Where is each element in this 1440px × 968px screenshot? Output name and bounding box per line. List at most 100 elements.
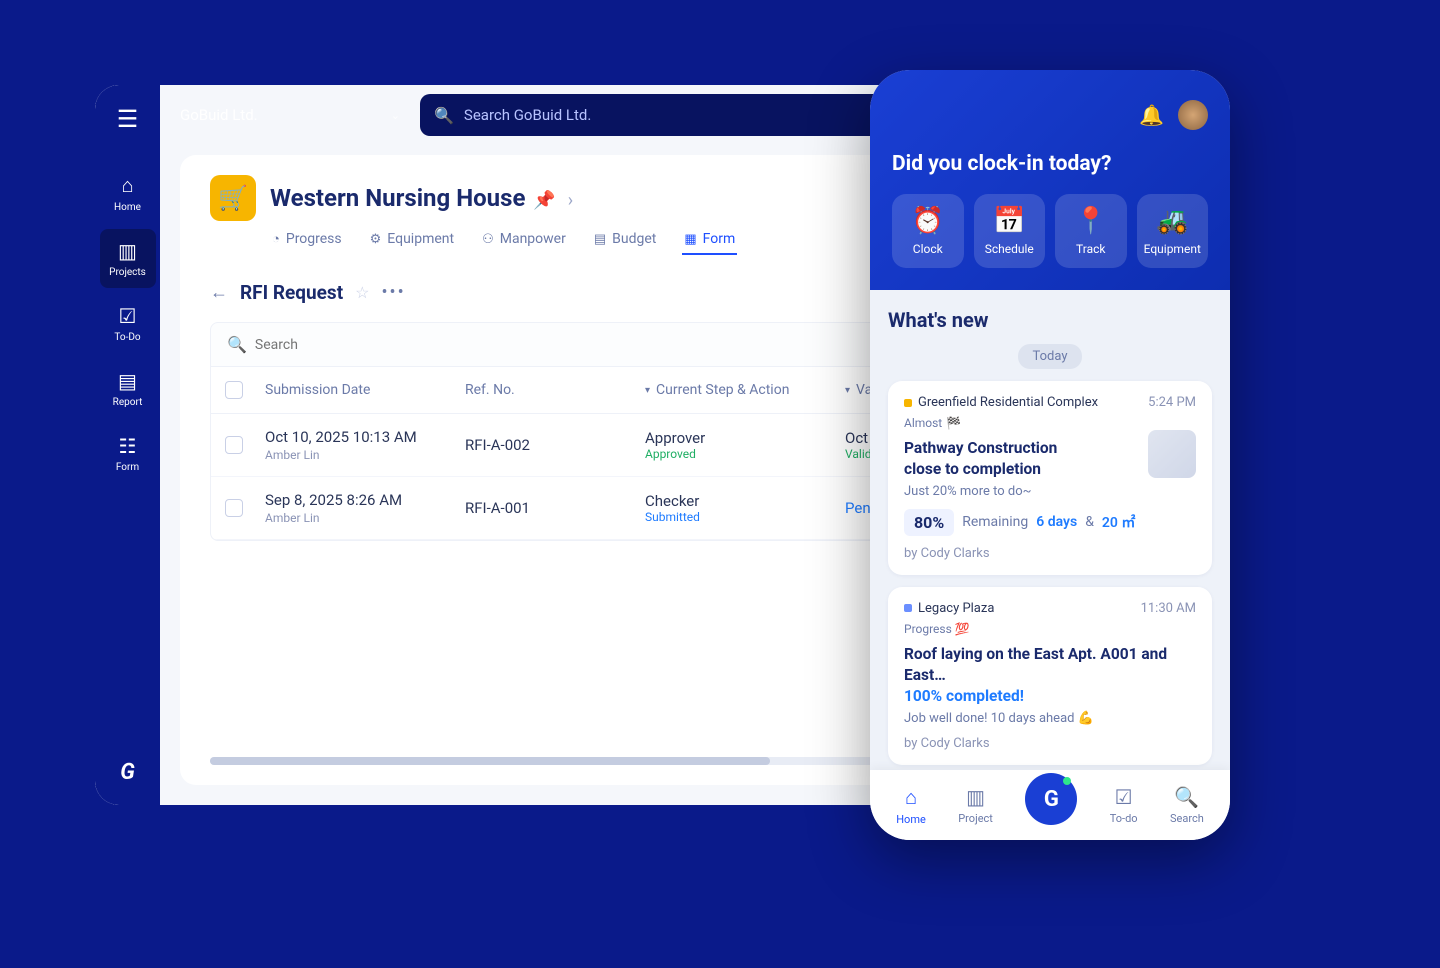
project-icon: 🛒 [210,175,256,221]
quick-actions: ⏰Clock 📅Schedule 📍Track 🚜Equipment [892,194,1208,268]
tab-label: Equipment [387,231,454,247]
tab-equipment[interactable]: ⚙ Equipment [368,225,456,255]
sidebar: ☰ ⌂ Home ▥ Projects ☑ To-Do ▤ Report ☷ F… [95,85,160,805]
sort-icon: ▾ [645,385,650,396]
home-icon: ⌂ [905,785,917,810]
quick-schedule[interactable]: 📅Schedule [974,194,1046,268]
card-title-line: Pathway Construction [904,439,1057,457]
sidebar-label: Projects [109,267,146,278]
feed-card[interactable]: Greenfield Residential Complex 5:24 PM A… [888,381,1212,575]
mobile-heading: Did you clock-in today? [892,152,1208,176]
sidebar-item-form[interactable]: ☷ Form [100,424,156,483]
card-thumbnail [1148,430,1196,478]
mobile-body: What's new Today Greenfield Residential … [870,290,1230,770]
sidebar-label: Report [113,397,143,408]
mnav-home[interactable]: ⌂Home [896,785,926,826]
feed-card[interactable]: Legacy Plaza 11:30 AM Progress 💯 Roof la… [888,587,1212,765]
card-tag: Almost [904,416,942,430]
mobile-statusbar: 🔔 [892,100,1208,130]
tab-progress[interactable]: ◔Progress [270,225,344,255]
search-icon: 🔍 [434,106,454,125]
sidebar-label: Form [116,462,139,473]
chevron-right-icon[interactable]: › [568,190,573,211]
col-submission-date[interactable]: Submission Date [265,382,465,398]
search-icon: 🔍 [227,335,247,354]
tab-label: Progress [286,231,342,247]
todo-icon: ☑ [1115,785,1133,809]
calendar-icon: 📅 [993,206,1025,236]
org-name: GoBuid Ltd. [180,106,258,124]
sidebar-item-report[interactable]: ▤ Report [100,359,156,418]
card-author: by Cody Clarks [904,736,1196,751]
quick-equipment[interactable]: 🚜Equipment [1137,194,1209,268]
tab-label: Manpower [500,231,566,247]
cell-author: Amber Lin [265,448,465,462]
card-title-line: Roof laying on the East Apt. A001 and Ea… [904,645,1167,684]
chevron-down-icon: ⌄ [391,109,400,122]
cell-ref: RFI-A-001 [465,499,645,517]
mobile-bottom-nav: ⌂Home ▥Project G ☑To-do 🔍Search [870,770,1230,840]
card-tag: Progress 💯 [904,622,1196,636]
project-dot-icon [904,604,912,612]
mnav-center-button[interactable]: G [1025,773,1077,825]
cell-author: Amber Lin [265,511,465,525]
sidebar-item-todo[interactable]: ☑ To-Do [100,294,156,353]
cell-step: Approver [645,429,845,447]
card-project: Greenfield Residential Complex [918,395,1098,410]
tab-form[interactable]: ▦ Form [682,225,737,255]
projects-icon: ▥ [118,239,137,263]
org-selector[interactable]: GoBuid Ltd. ⌄ [180,106,400,124]
row-checkbox[interactable] [225,499,243,517]
sort-icon: ▾ [845,385,850,396]
home-icon: ⌂ [121,173,133,198]
form-title: RFI Request [240,281,343,304]
manpower-icon: ⚇ [482,232,494,247]
sidebar-item-home[interactable]: ⌂ Home [100,163,156,223]
card-project: Legacy Plaza [918,601,994,616]
projects-icon: ▥ [966,785,985,809]
tab-manpower[interactable]: ⚇ Manpower [480,225,568,255]
scrollbar-thumb[interactable] [210,757,770,765]
card-subtitle: Job well done! 10 days ahead 💪 [904,711,1196,726]
mobile-header: 🔔 Did you clock-in today? ⏰Clock 📅Schedu… [870,70,1230,290]
cell-date: Sep 8, 2025 8:26 AM [265,491,465,509]
flag-icon: 🏁 [946,416,961,430]
card-subtitle: Just 20% more to do~ [904,484,1136,499]
mnav-project[interactable]: ▥Project [958,785,993,825]
whats-new-title: What's new [888,308,1212,332]
cell-step: Checker [645,492,845,510]
percent-badge: 80% [904,509,954,536]
star-icon[interactable]: ☆ [355,283,369,302]
more-icon[interactable]: ••• [381,282,405,303]
back-icon[interactable]: ← [210,282,228,303]
sidebar-label: To-Do [114,332,140,343]
col-current-step[interactable]: ▾Current Step & Action [645,382,845,398]
tab-label: Form [703,231,736,247]
bell-icon[interactable]: 🔔 [1139,103,1164,127]
mobile-app: 🔔 Did you clock-in today? ⏰Clock 📅Schedu… [870,70,1230,840]
project-dot-icon [904,399,912,407]
card-title-highlight: 100% completed! [904,687,1024,705]
tab-budget[interactable]: ▤Budget [592,225,659,255]
form-tab-icon: ▦ [684,232,696,247]
pin-icon[interactable]: 📌 [533,190,555,211]
menu-icon[interactable]: ☰ [117,105,139,133]
clock-icon: ⏰ [912,206,944,236]
col-ref-no[interactable]: Ref. No. [465,382,645,398]
mnav-todo[interactable]: ☑To-do [1110,785,1138,825]
avatar[interactable] [1178,100,1208,130]
sidebar-label: Home [114,202,141,213]
card-author: by Cody Clarks [904,546,1196,561]
mnav-search[interactable]: 🔍Search [1170,785,1204,825]
row-checkbox[interactable] [225,436,243,454]
quick-clock[interactable]: ⏰Clock [892,194,964,268]
quick-track[interactable]: 📍Track [1055,194,1127,268]
today-label: Today [1018,344,1081,369]
equipment-icon: ⚙ [370,232,382,247]
cell-action: Submitted [645,510,845,524]
card-time: 11:30 AM [1141,601,1196,616]
sidebar-item-projects[interactable]: ▥ Projects [100,229,156,288]
form-icon: ☷ [119,434,137,458]
select-all-checkbox[interactable] [225,381,243,399]
card-title-line: close to completion [904,460,1041,478]
